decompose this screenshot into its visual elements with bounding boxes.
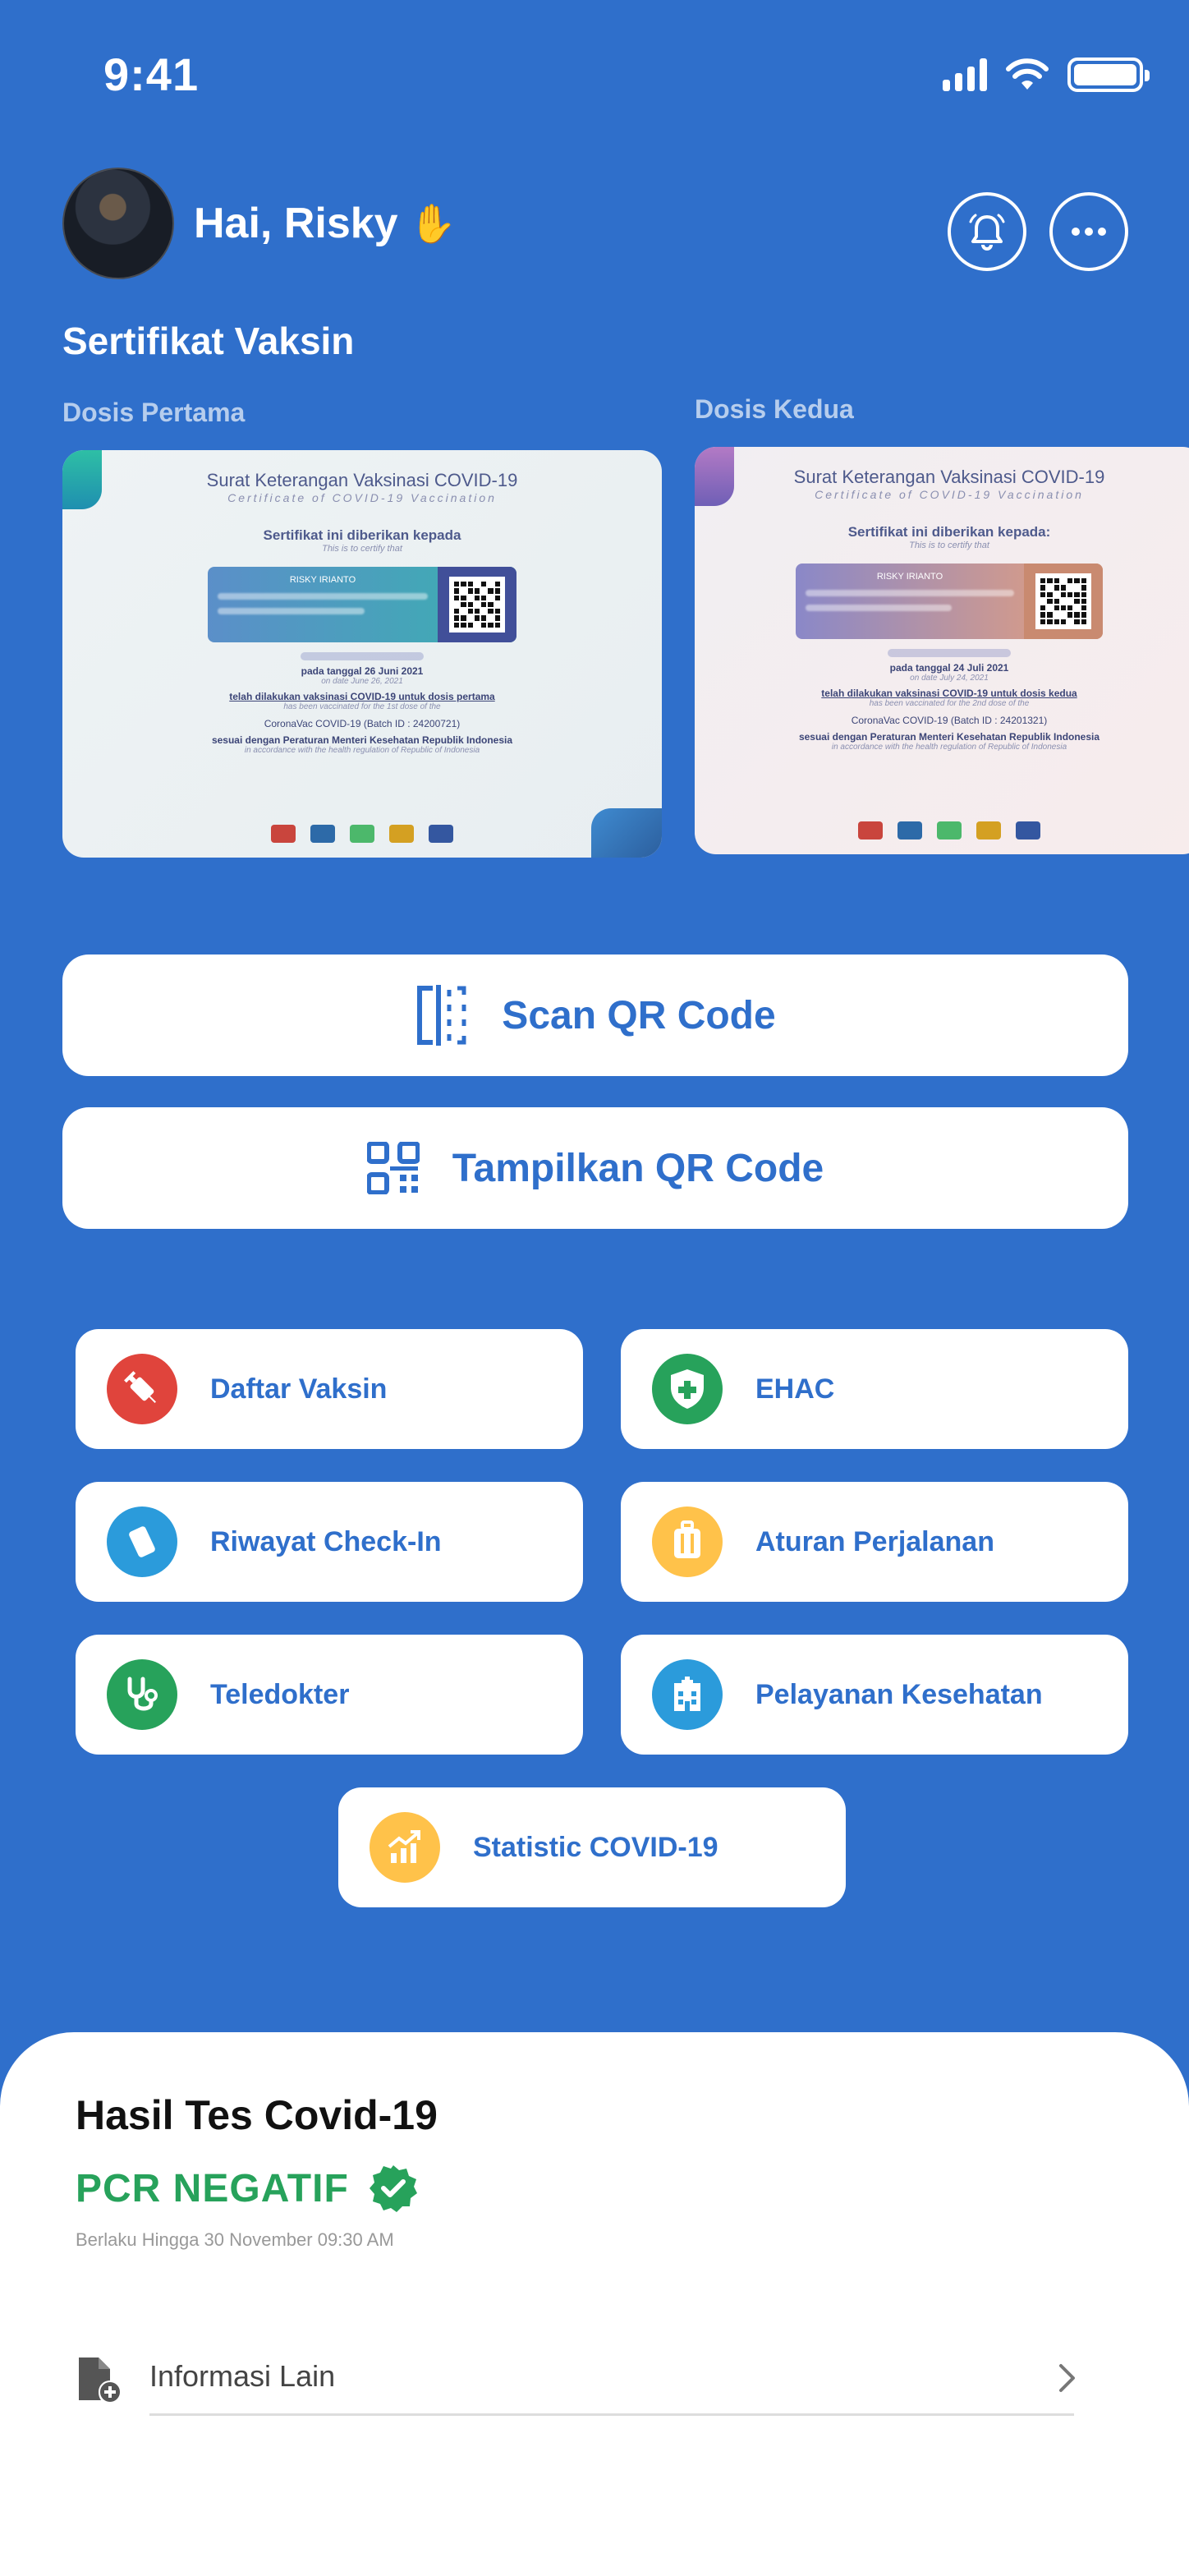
dose-1-label: Dosis Pertama [62,398,246,427]
menu-riwayat-checkin[interactable]: Riwayat Check-In [76,1482,583,1602]
cert-holder-name: RISKY IRIANTO [289,575,356,585]
dose-2-label: Dosis Kedua [695,394,854,424]
scan-icon [417,985,466,1046]
shield-plus-icon [652,1354,723,1424]
battery-icon [1067,58,1150,92]
cert-regulation-en: in accordance with the health regulation… [244,746,480,755]
luggage-icon [652,1506,723,1577]
cert-title: Surat Keterangan Vaksinasi COVID-19 [206,470,518,490]
cert-vaccine: CoronaVac COVID-19 (Batch ID : 24200721) [264,718,461,729]
cert-holder-name: RISKY IRIANTO [876,572,943,582]
cert-statement-en: has been vaccinated for the 1st dose of … [283,702,441,711]
scan-qr-label: Scan QR Code [502,993,776,1037]
cert-id-card: RISKY IRIANTO [208,567,516,642]
wave-hand-icon: ✋ [409,201,457,245]
menu-pelayanan-kesehatan[interactable]: Pelayanan Kesehatan [621,1635,1128,1755]
syringe-icon [107,1354,177,1424]
bell-icon [969,214,1005,251]
menu-label: Statistic COVID-19 [473,1831,718,1863]
qr-code-icon [366,1142,420,1194]
more-info-row[interactable]: Informasi Lain [76,2348,1077,2416]
corner-decoration [695,447,734,506]
divider [149,2413,1074,2416]
document-plus-icon [79,2358,120,2402]
verified-badge-icon [369,2165,417,2212]
more-icon [1072,228,1106,236]
menu-label: Riwayat Check-In [210,1525,442,1557]
cert-date-en: on date July 24, 2021 [910,674,989,683]
greeting: Hai, Risky ✋ [194,199,457,248]
cert-statement: telah dilakukan vaksinasi COVID-19 untuk… [229,691,495,702]
menu-label: Aturan Perjalanan [755,1525,994,1557]
certificate-card-dose-1[interactable]: Surat Keterangan Vaksinasi COVID-19 Cert… [62,450,662,858]
cert-regulation-en: in accordance with the health regulation… [831,743,1067,752]
corner-decoration [62,450,102,509]
cert-statement-en: has been vaccinated for the 2nd dose of … [869,699,1030,708]
ticket-icon [107,1506,177,1577]
menu-label: Pelayanan Kesehatan [755,1678,1043,1710]
cert-subtitle: Certificate of COVID-19 Vaccination [227,491,497,504]
cert-statement: telah dilakukan vaksinasi COVID-19 untuk… [821,688,1077,699]
test-result-sheet: Hasil Tes Covid-19 PCR NEGATIF Berlaku H… [0,2032,1189,2576]
chart-trend-icon [370,1812,440,1883]
avatar[interactable] [62,168,174,279]
cert-regulation: sesuai dengan Peraturan Menteri Kesehata… [798,731,1100,743]
greeting-text: Hai, Risky [194,200,398,247]
status-time: 9:41 [103,48,200,100]
cert-title: Surat Keterangan Vaksinasi COVID-19 [793,467,1105,487]
qr-code-icon [1024,564,1103,639]
cert-date: pada tanggal 26 Juni 2021 [301,665,424,677]
cert-given-en: This is to certify that [909,540,989,550]
menu-aturan-perjalanan[interactable]: Aturan Perjalanan [621,1482,1128,1602]
cert-subtitle: Certificate of COVID-19 Vaccination [815,488,1084,501]
menu-label: Daftar Vaksin [210,1373,388,1405]
test-result-title: Hasil Tes Covid-19 [76,2092,438,2138]
stethoscope-icon [107,1659,177,1730]
signal-icon [943,58,987,91]
show-qr-label: Tampilkan QR Code [452,1146,824,1190]
chevron-right-icon [1059,2364,1075,2392]
cert-date: pada tanggal 24 Juli 2021 [889,662,1009,674]
cert-given-en: This is to certify that [322,544,402,554]
show-qr-button[interactable]: Tampilkan QR Code [62,1107,1128,1229]
cert-id-card: RISKY IRIANTO [796,564,1103,639]
status-icons [943,58,1150,92]
cert-vaccine: CoronaVac COVID-19 (Batch ID : 24201321) [851,715,1048,726]
scan-qr-button[interactable]: Scan QR Code [62,954,1128,1076]
valid-until: Berlaku Hingga 30 November 09:30 AM [76,2229,394,2250]
cert-logos [695,821,1189,840]
menu-teledokter[interactable]: Teledokter [76,1635,583,1755]
cert-given: Sertifikat ini diberikan kepada [263,527,461,543]
menu-label: EHAC [755,1373,835,1405]
more-options-button[interactable] [1049,192,1128,271]
notification-button[interactable] [948,192,1026,271]
cert-date-en: on date June 26, 2021 [321,677,403,686]
menu-daftar-vaksin[interactable]: Daftar Vaksin [76,1329,583,1449]
qr-code-icon [438,567,516,642]
more-info-label: Informasi Lain [149,2359,336,2393]
section-title: Sertifikat Vaksin [62,320,355,362]
cert-regulation: sesuai dengan Peraturan Menteri Kesehata… [211,734,513,746]
cert-logos [62,825,662,843]
pcr-status-text: PCR NEGATIF [76,2166,349,2210]
pcr-status: PCR NEGATIF [76,2164,418,2213]
cert-given: Sertifikat ini diberikan kepada: [847,524,1051,540]
menu-ehac[interactable]: EHAC [621,1329,1128,1449]
menu-label: Teledokter [210,1678,350,1710]
menu-statistic-covid[interactable]: Statistic COVID-19 [338,1787,846,1907]
hospital-icon [652,1659,723,1730]
wifi-icon [1006,58,1049,90]
certificate-card-dose-2[interactable]: Surat Keterangan Vaksinasi COVID-19 Cert… [695,447,1189,854]
